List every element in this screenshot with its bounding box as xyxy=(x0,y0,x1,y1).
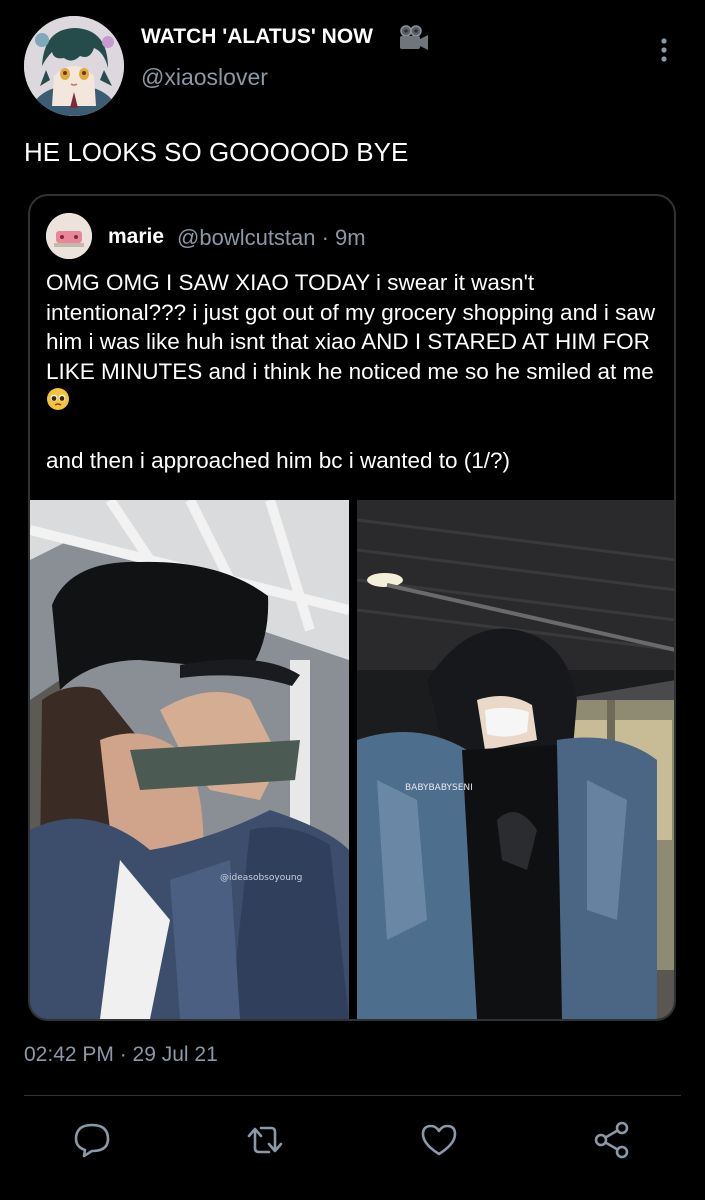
quoted-paragraph-1: OMG OMG I SAW XIAO TODAY i swear it wasn… xyxy=(46,270,656,384)
pleading-face-icon xyxy=(46,387,70,411)
avatar[interactable] xyxy=(24,16,124,116)
quoted-avatar[interactable] xyxy=(46,213,92,259)
quoted-tweet[interactable]: marie @bowlcutstan · 9m OMG OMG I SAW XI… xyxy=(28,194,676,1021)
tweet-text: HE LOOKS SO GOOOOOD BYE xyxy=(24,137,409,167)
photo-right[interactable]: BABYBABYSENI xyxy=(357,500,674,1019)
reply-icon[interactable] xyxy=(70,1118,114,1162)
quoted-handle-time[interactable]: @bowlcutstan · 9m xyxy=(177,225,366,251)
retweet-icon[interactable] xyxy=(243,1118,287,1162)
user-handle[interactable]: @xiaoslover xyxy=(141,64,268,91)
more-vertical-icon[interactable] xyxy=(650,36,678,64)
tweet-header: WATCH 'ALATUS' NOW @xiaoslover xyxy=(0,0,705,120)
watermark-left: @ideasobsoyoung xyxy=(220,873,302,883)
tweet-timestamp[interactable]: 02:42 PM · 29 Jul 21 xyxy=(24,1043,218,1067)
display-name[interactable]: WATCH 'ALATUS' NOW xyxy=(141,25,373,49)
watermark-right: BABYBABYSENI xyxy=(405,783,473,793)
photo-left[interactable]: @ideasobsoyoung xyxy=(30,500,349,1019)
quoted-name[interactable]: marie xyxy=(108,225,164,249)
movie-camera-icon xyxy=(397,24,431,52)
divider xyxy=(24,1095,681,1096)
avatar-image xyxy=(24,16,124,116)
photo-right-image: BABYBABYSENI xyxy=(357,500,674,1019)
share-icon[interactable] xyxy=(590,1118,634,1162)
quoted-avatar-image xyxy=(46,213,92,259)
photo-left-image: @ideasobsoyoung xyxy=(30,500,349,1019)
like-icon[interactable] xyxy=(417,1118,461,1162)
quoted-text: OMG OMG I SAW XIAO TODAY i swear it wasn… xyxy=(46,268,666,476)
quoted-paragraph-2: and then i approached him bc i wanted to… xyxy=(46,447,511,473)
